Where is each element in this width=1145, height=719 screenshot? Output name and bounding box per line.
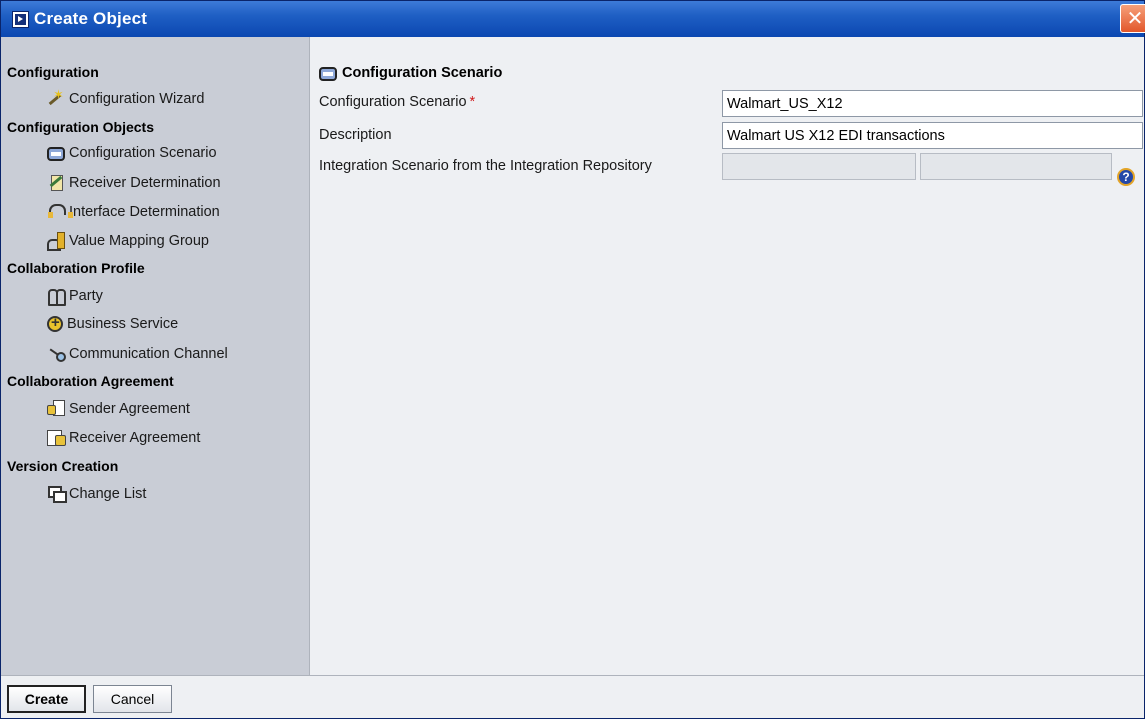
configuration-scenario-input[interactable] [722, 90, 1143, 117]
group-configuration: Configuration [7, 64, 99, 80]
section-header: Configuration Scenario [319, 65, 502, 81]
business-service-icon [47, 314, 63, 332]
sidebar-item-label: Change List [69, 485, 147, 502]
integration-scenario-version-input [920, 153, 1112, 180]
title-bar[interactable]: Create Object ✕ [1, 1, 1145, 37]
sidebar-item-sender-agreement[interactable]: Sender Agreement [47, 400, 190, 417]
value-mapping-group-icon [47, 232, 65, 251]
dialog-footer: Create Cancel [1, 675, 1144, 718]
wizard-wand-icon [47, 87, 65, 107]
cancel-button[interactable]: Cancel [93, 685, 172, 713]
scenario-field-label: Configuration Scenario * [319, 94, 475, 110]
sidebar-item-configuration-wizard[interactable]: Configuration Wizard [47, 87, 205, 107]
create-object-dialog: Create Object ✕ Configuration Configurat… [0, 0, 1145, 719]
party-icon [47, 287, 66, 306]
integration-scenario-input [722, 153, 916, 180]
group-collaboration-agreement: Collaboration Agreement [7, 373, 174, 389]
sidebar-item-label: Configuration Wizard [69, 90, 205, 107]
interface-determination-icon [47, 203, 73, 220]
integration-scenario-label: Integration Scenario from the Integratio… [319, 158, 652, 174]
communication-channel-icon [47, 345, 66, 362]
sidebar-item-label: Receiver Agreement [69, 429, 201, 446]
sidebar-item-label: Value Mapping Group [69, 232, 209, 249]
sidebar-item-label: Receiver Determination [69, 174, 221, 191]
receiver-agreement-icon [47, 429, 66, 446]
create-button[interactable]: Create [7, 685, 86, 713]
sidebar-item-label: Business Service [67, 316, 179, 332]
sidebar-item-label: Sender Agreement [69, 400, 190, 417]
scenario-label-text: Configuration Scenario [319, 94, 467, 110]
description-field-label: Description [319, 127, 392, 143]
group-version-creation: Version Creation [7, 458, 119, 474]
sidebar-item-label: Configuration Scenario [69, 145, 217, 161]
receiver-determination-icon [47, 174, 65, 191]
sidebar-item-receiver-agreement[interactable]: Receiver Agreement [47, 429, 200, 446]
configuration-scenario-icon [319, 66, 337, 81]
object-form-panel: Configuration Scenario Configuration Sce… [311, 37, 1144, 675]
sidebar-item-label: Communication Channel [69, 345, 228, 362]
sidebar-item-configuration-scenario[interactable]: Configuration Scenario [47, 145, 217, 161]
sidebar-item-communication-channel[interactable]: Communication Channel [47, 345, 228, 362]
sidebar-item-business-service[interactable]: Business Service [47, 314, 179, 332]
sender-agreement-icon [47, 400, 65, 417]
app-window-icon [12, 10, 29, 28]
sidebar-item-label: Party [69, 287, 103, 304]
sidebar-item-receiver-determination[interactable]: Receiver Determination [47, 174, 221, 191]
change-list-icon [47, 485, 67, 503]
sidebar-item-change-list[interactable]: Change List [47, 485, 147, 503]
group-collaboration-profile: Collaboration Profile [7, 260, 145, 276]
sidebar-item-party[interactable]: Party [47, 287, 103, 306]
object-type-sidebar: Configuration Configuration Wizard Confi… [1, 37, 310, 675]
group-configuration-objects: Configuration Objects [7, 119, 154, 135]
required-marker: * [469, 94, 476, 110]
description-input[interactable] [722, 122, 1143, 149]
sidebar-item-interface-determination[interactable]: Interface Determination [47, 203, 220, 220]
dialog-title: Create Object [34, 9, 148, 28]
sidebar-item-label: Interface Determination [69, 203, 220, 220]
configuration-scenario-icon [47, 146, 65, 161]
sidebar-item-value-mapping-group[interactable]: Value Mapping Group [47, 232, 209, 251]
section-title: Configuration Scenario [342, 65, 503, 81]
close-icon[interactable]: ✕ [1120, 4, 1145, 33]
value-help-icon[interactable]: ? [1117, 168, 1135, 186]
